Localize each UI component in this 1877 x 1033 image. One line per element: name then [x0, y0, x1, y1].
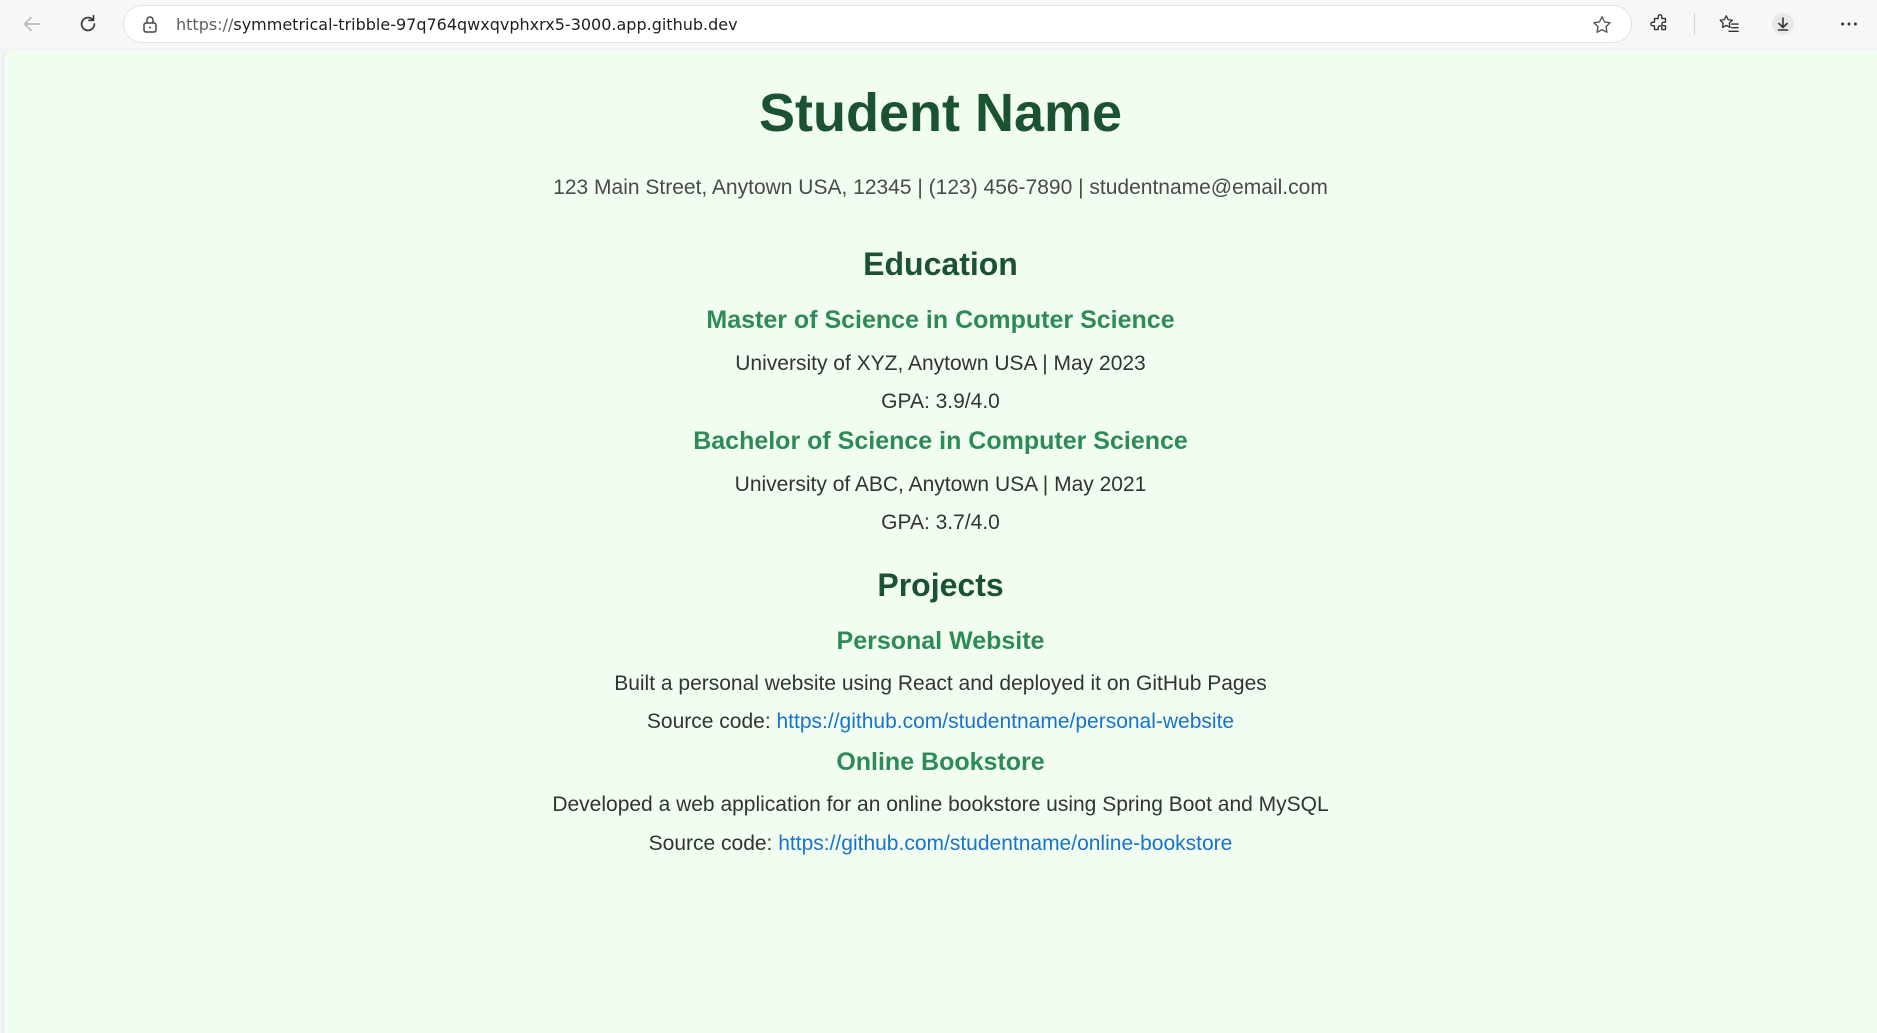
resume-page: Student Name 123 Main Street, Anytown US… — [4, 50, 1877, 1033]
education-heading: Education — [863, 246, 1018, 282]
download-icon[interactable] — [1763, 4, 1803, 44]
back-arrow-icon[interactable] — [12, 4, 52, 44]
project-name-2: Online Bookstore — [836, 748, 1045, 776]
project-source-link-1[interactable]: https://github.com/studentname/personal-… — [777, 710, 1235, 733]
source-code-label: Source code: — [648, 832, 779, 855]
star-icon[interactable] — [1591, 14, 1613, 41]
address-bar[interactable]: https://symmetrical-tribble-97q764qwxqvp… — [124, 6, 1631, 42]
source-code-label: Source code: — [646, 710, 777, 733]
education-gpa-1: GPA: 3.9/4.0 — [881, 390, 1000, 413]
favorites-list-icon[interactable] — [1709, 4, 1749, 44]
project-description-2: Developed a web application for an onlin… — [552, 793, 1329, 816]
url-text: https://symmetrical-tribble-97q764qwxqvp… — [176, 15, 738, 34]
project-source-1: Source code: https://github.com/studentn… — [4, 710, 1877, 734]
contact-info: 123 Main Street, Anytown USA, 12345 | (1… — [553, 176, 1328, 199]
education-school-1: University of XYZ, Anytown USA | May 202… — [735, 352, 1146, 375]
lock-icon[interactable] — [142, 15, 158, 33]
url-scheme: https:// — [176, 14, 234, 34]
project-source-2: Source code: https://github.com/studentn… — [4, 832, 1877, 856]
browser-right-tools — [1640, 4, 1869, 44]
reload-icon[interactable] — [68, 4, 108, 44]
projects-heading: Projects — [877, 567, 1004, 603]
toolbar-divider — [1694, 13, 1695, 35]
project-source-link-2[interactable]: https://github.com/studentname/online-bo… — [778, 832, 1232, 855]
url-host: symmetrical-tribble-97q764qwxqvphxrx5-30… — [233, 14, 738, 34]
more-icon[interactable] — [1829, 4, 1869, 44]
browser-toolbar: https://symmetrical-tribble-97q764qwxqvp… — [0, 0, 1877, 48]
education-school-2: University of ABC, Anytown USA | May 202… — [734, 473, 1147, 496]
student-name-heading: Student Name — [758, 83, 1123, 143]
project-name-1: Personal Website — [836, 627, 1045, 655]
project-description-1: Built a personal website using React and… — [614, 672, 1267, 695]
puzzle-icon[interactable] — [1640, 4, 1680, 44]
education-degree-1: Master of Science in Computer Science — [706, 306, 1175, 334]
education-degree-2: Bachelor of Science in Computer Science — [693, 427, 1188, 455]
education-gpa-2: GPA: 3.7/4.0 — [881, 511, 1000, 534]
